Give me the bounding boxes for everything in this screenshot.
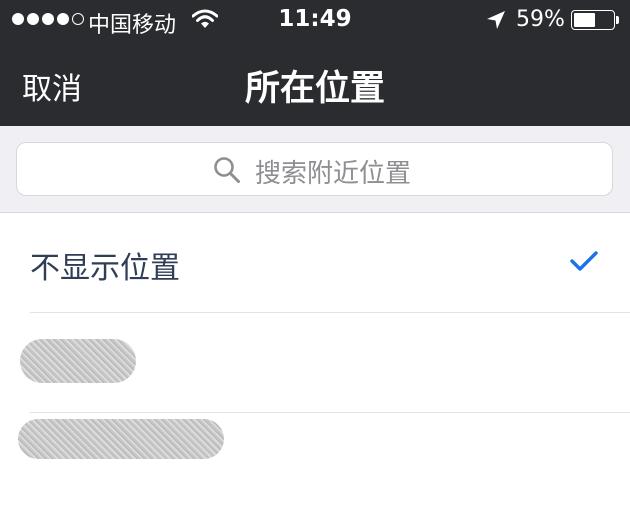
redacted-location-blur (18, 419, 224, 459)
location-label: 不显示位置 (30, 251, 180, 286)
location-row-hide[interactable]: 不显示位置 (0, 213, 630, 312)
location-arrow-icon (486, 10, 506, 34)
navigation-header: 中国移动 11:49 59% 取消 所在位置 (0, 0, 630, 126)
search-icon (213, 156, 241, 188)
battery-level (574, 13, 596, 27)
status-bar: 中国移动 11:49 59% (0, 0, 630, 42)
search-bar-container: 搜索附近位置 (0, 126, 630, 213)
battery-cap (616, 16, 619, 24)
redacted-location-blur (20, 339, 136, 383)
location-row[interactable] (0, 413, 630, 512)
search-placeholder: 搜索附近位置 (255, 159, 412, 189)
checkmark-icon (570, 250, 598, 276)
battery-percent: 59% (516, 7, 565, 32)
page-title: 所在位置 (244, 69, 385, 109)
search-input[interactable]: 搜索附近位置 (16, 142, 613, 196)
battery-icon (571, 10, 615, 30)
location-row[interactable] (0, 313, 630, 412)
